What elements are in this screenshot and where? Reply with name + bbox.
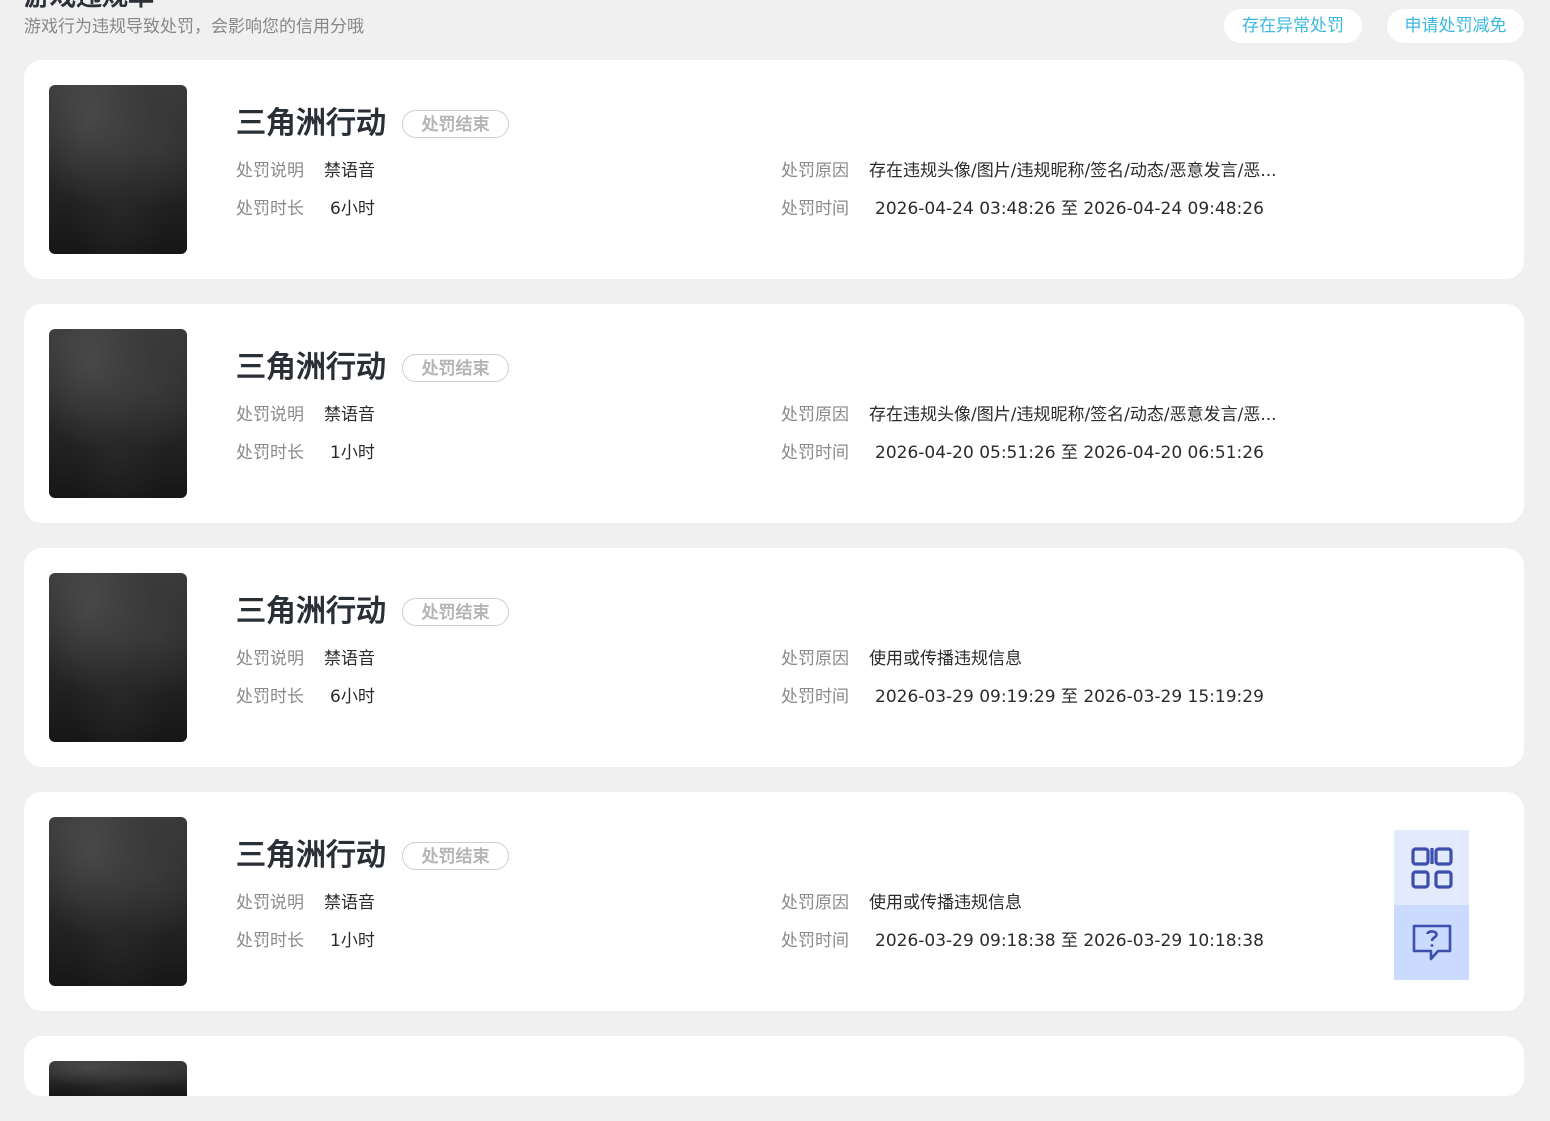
abnormal-penalty-button[interactable]: 存在异常处罚 xyxy=(1224,9,1362,43)
penalty-duration-label: 处罚时长 xyxy=(236,931,304,951)
penalty-description-label: 处罚说明 xyxy=(236,893,304,913)
penalty-description: 处罚说明 禁语音 xyxy=(236,891,375,915)
game-cover-image xyxy=(49,573,187,742)
penalty-time: 处罚时间 2026-03-29 09:19:29 至 2026-03-29 15:… xyxy=(781,685,1264,709)
help-feedback-button[interactable] xyxy=(1394,905,1469,980)
penalty-duration: 处罚时长 6小时 xyxy=(236,197,375,221)
penalty-duration-value: 6小时 xyxy=(330,687,375,707)
game-cover-image xyxy=(49,85,187,254)
penalty-time: 处罚时间 2026-04-20 05:51:26 至 2026-04-20 06:… xyxy=(781,441,1264,465)
penalty-time: 处罚时间 2026-03-29 09:18:38 至 2026-03-29 10:… xyxy=(781,929,1264,953)
status-badge: 处罚结束 xyxy=(402,354,509,382)
page-header: 游戏违规单 游戏行为违规导致处罚，会影响您的信用分哦 存在异常处罚 申请处罚减免 xyxy=(0,0,1550,60)
penalty-description-label: 处罚说明 xyxy=(236,649,304,669)
qr-code-icon xyxy=(1410,846,1453,889)
status-badge: 处罚结束 xyxy=(402,110,509,138)
penalty-record-card[interactable]: 三角洲行动 处罚结束 处罚说明 禁语音 处罚时长 1小时 处罚原因 存在违规头像/图片… xyxy=(24,304,1524,523)
qr-code-button[interactable] xyxy=(1394,830,1469,905)
penalty-reason-value: 存在违规头像/图片/违规昵称/签名/动态/恶意发言/恶... xyxy=(869,161,1277,181)
penalty-reason-label: 处罚原因 xyxy=(781,893,849,913)
penalty-duration-label: 处罚时长 xyxy=(236,199,304,219)
game-title-row: 三角洲行动 处罚结束 xyxy=(236,104,509,144)
game-cover-image xyxy=(49,329,187,498)
penalty-time: 处罚时间 2026-04-24 03:48:26 至 2026-04-24 09:… xyxy=(781,197,1264,221)
game-title-row: 三角洲行动 处罚结束 xyxy=(236,592,509,632)
game-name: 三角洲行动 xyxy=(236,350,386,385)
penalty-reason-value: 使用或传播违规信息 xyxy=(869,893,1022,913)
status-badge: 处罚结束 xyxy=(402,598,509,626)
penalty-record-card[interactable] xyxy=(24,1036,1524,1096)
page-subtitle: 游戏行为违规导致处罚，会影响您的信用分哦 xyxy=(24,17,364,37)
game-name: 三角洲行动 xyxy=(236,594,386,629)
penalty-reason-label: 处罚原因 xyxy=(781,161,849,181)
game-cover-image xyxy=(49,817,187,986)
floating-toolbar xyxy=(1394,830,1469,980)
penalty-duration-value: 1小时 xyxy=(330,931,375,951)
page-title: 游戏违规单 xyxy=(24,0,154,10)
game-name: 三角洲行动 xyxy=(236,106,386,141)
penalty-description-value: 禁语音 xyxy=(324,649,375,669)
penalty-record-card[interactable]: 三角洲行动 处罚结束 处罚说明 禁语音 处罚时长 6小时 处罚原因 存在违规头像/图片… xyxy=(24,60,1524,279)
penalty-time-value: 2026-04-20 05:51:26 至 2026-04-20 06:51:2… xyxy=(875,443,1264,463)
penalty-reason: 处罚原因 使用或传播违规信息 xyxy=(781,891,1022,915)
penalty-description-value: 禁语音 xyxy=(324,161,375,181)
penalty-duration: 处罚时长 6小时 xyxy=(236,685,375,709)
penalty-record-card[interactable]: 三角洲行动 处罚结束 处罚说明 禁语音 处罚时长 1小时 处罚原因 使用或传播违规信息… xyxy=(24,792,1524,1011)
status-badge: 处罚结束 xyxy=(402,842,509,870)
penalty-duration: 处罚时长 1小时 xyxy=(236,441,375,465)
game-name: 三角洲行动 xyxy=(236,838,386,873)
penalty-time-label: 处罚时间 xyxy=(781,687,849,707)
penalty-duration: 处罚时长 1小时 xyxy=(236,929,375,953)
penalty-description-value: 禁语音 xyxy=(324,893,375,913)
penalty-record-card[interactable]: 三角洲行动 处罚结束 处罚说明 禁语音 处罚时长 6小时 处罚原因 使用或传播违规信息… xyxy=(24,548,1524,767)
game-title-row: 三角洲行动 处罚结束 xyxy=(236,348,509,388)
penalty-duration-value: 1小时 xyxy=(330,443,375,463)
penalty-reason: 处罚原因 存在违规头像/图片/违规昵称/签名/动态/恶意发言/恶... xyxy=(781,159,1277,183)
penalty-record-list: 三角洲行动 处罚结束 处罚说明 禁语音 处罚时长 6小时 处罚原因 存在违规头像/图片… xyxy=(24,60,1524,1121)
penalty-duration-value: 6小时 xyxy=(330,199,375,219)
penalty-description: 处罚说明 禁语音 xyxy=(236,403,375,427)
penalty-description-value: 禁语音 xyxy=(324,405,375,425)
penalty-description: 处罚说明 禁语音 xyxy=(236,159,375,183)
penalty-reason-label: 处罚原因 xyxy=(781,649,849,669)
penalty-reason: 处罚原因 使用或传播违规信息 xyxy=(781,647,1022,671)
penalty-time-label: 处罚时间 xyxy=(781,199,849,219)
penalty-description-label: 处罚说明 xyxy=(236,161,304,181)
apply-penalty-reduction-button[interactable]: 申请处罚减免 xyxy=(1387,9,1524,43)
penalty-description: 处罚说明 禁语音 xyxy=(236,647,375,671)
help-chat-icon xyxy=(1412,924,1451,960)
penalty-description-label: 处罚说明 xyxy=(236,405,304,425)
penalty-time-label: 处罚时间 xyxy=(781,931,849,951)
game-cover-image xyxy=(49,1061,187,1096)
penalty-reason-value: 存在违规头像/图片/违规昵称/签名/动态/恶意发言/恶... xyxy=(869,405,1277,425)
game-title-row: 三角洲行动 处罚结束 xyxy=(236,836,509,876)
penalty-reason-value: 使用或传播违规信息 xyxy=(869,649,1022,669)
penalty-time-value: 2026-03-29 09:18:38 至 2026-03-29 10:18:3… xyxy=(875,931,1264,951)
penalty-reason: 处罚原因 存在违规头像/图片/违规昵称/签名/动态/恶意发言/恶... xyxy=(781,403,1277,427)
penalty-reason-label: 处罚原因 xyxy=(781,405,849,425)
penalty-time-value: 2026-04-24 03:48:26 至 2026-04-24 09:48:2… xyxy=(875,199,1264,219)
penalty-duration-label: 处罚时长 xyxy=(236,443,304,463)
penalty-time-label: 处罚时间 xyxy=(781,443,849,463)
penalty-time-value: 2026-03-29 09:19:29 至 2026-03-29 15:19:2… xyxy=(875,687,1264,707)
penalty-duration-label: 处罚时长 xyxy=(236,687,304,707)
